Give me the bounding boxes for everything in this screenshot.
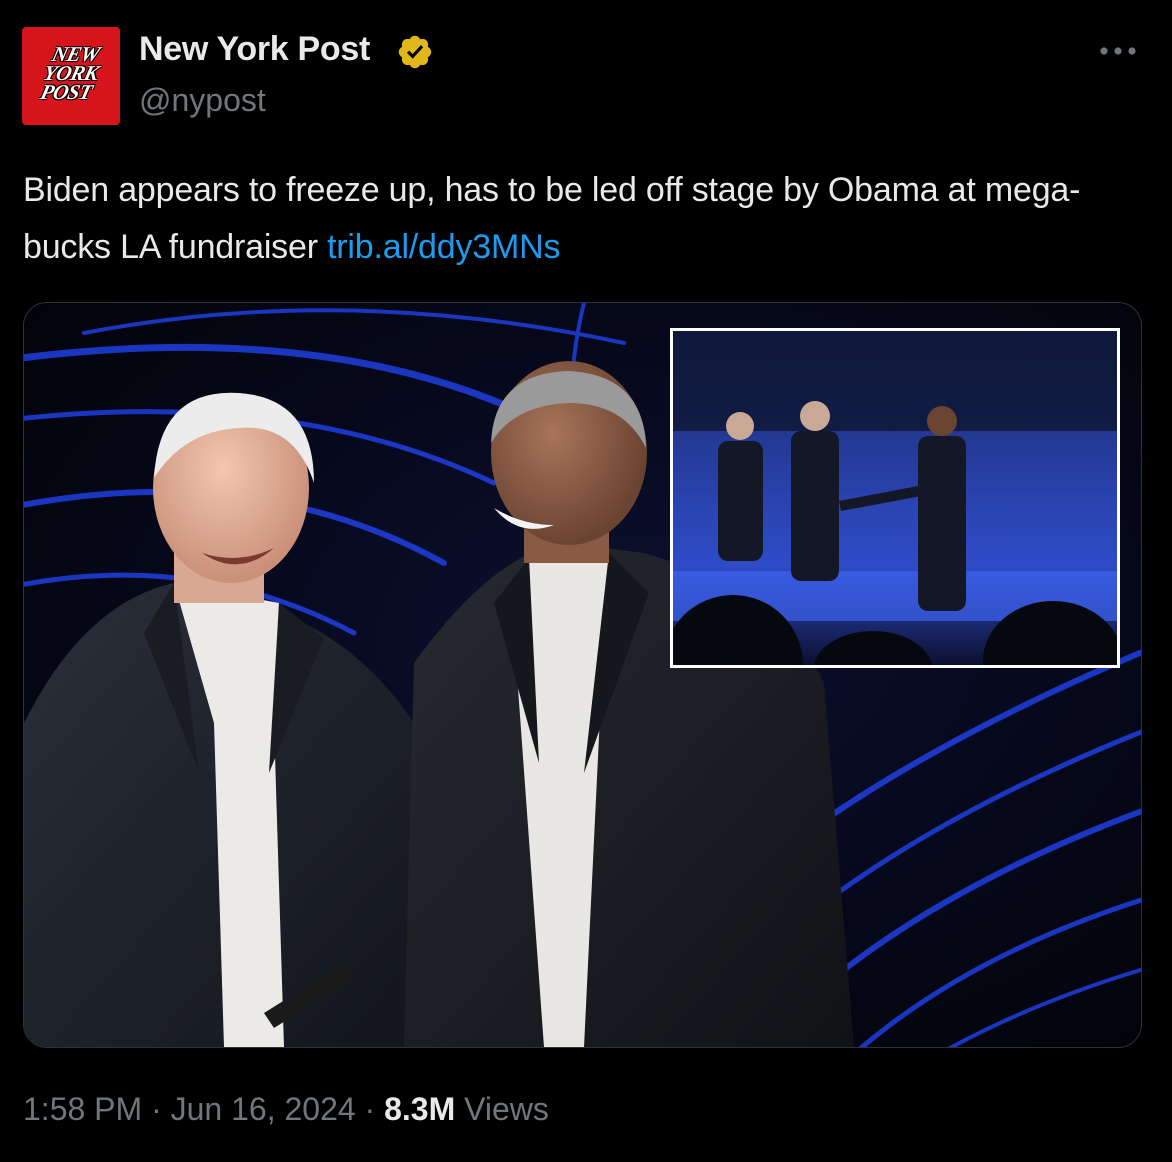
avatar[interactable]: NEW YORK POST — [22, 27, 120, 125]
views-label: Views — [455, 1091, 549, 1127]
meta-separator: · — [142, 1091, 171, 1127]
inset-photo-stage-scene — [673, 331, 1117, 665]
author-handle[interactable]: @nypost — [139, 82, 266, 119]
views-count: 8.3M — [384, 1091, 456, 1127]
inset-photo — [670, 328, 1120, 668]
meta-separator: · — [355, 1091, 385, 1127]
tweet-link[interactable]: trib.al/ddy3MNs — [327, 228, 560, 266]
tweet-time[interactable]: 1:58 PM — [23, 1091, 142, 1127]
tweet-photo[interactable] — [23, 302, 1142, 1048]
tweet-text: Biden appears to freeze up, has to be le… — [23, 162, 1148, 276]
author-display-name[interactable]: New York Post — [139, 30, 370, 69]
nypost-logo: NEW YORK POST — [22, 42, 120, 104]
verified-badge-icon — [398, 35, 432, 69]
tweet-date[interactable]: Jun 16, 2024 — [171, 1091, 356, 1127]
tweet-meta: 1:58 PM · Jun 16, 2024 · 8.3M Views — [23, 1091, 549, 1128]
more-horizontal-icon[interactable] — [1096, 40, 1140, 62]
avatar-logo-line-3: POST — [38, 80, 95, 104]
tweet[interactable]: NEW YORK POST New York Post @nypost Bide… — [0, 0, 1172, 1162]
